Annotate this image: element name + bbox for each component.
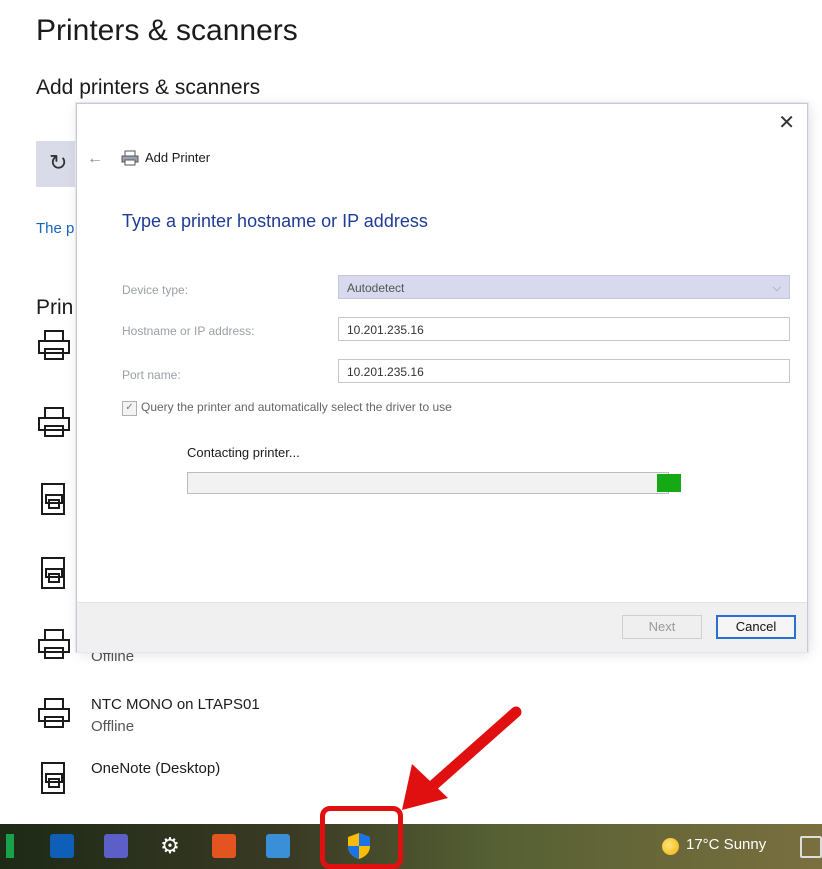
- printer-icon: [121, 150, 139, 166]
- next-button[interactable]: Next: [622, 615, 702, 639]
- troubleshoot-link[interactable]: The p: [36, 220, 74, 237]
- printer-name: OneNote (Desktop): [91, 760, 221, 777]
- progress-indicator: [657, 474, 681, 492]
- printer-icon: [38, 629, 70, 659]
- device-type-label: Device type:: [122, 283, 189, 297]
- close-icon[interactable]: ✕: [778, 110, 795, 135]
- app-icon[interactable]: [6, 834, 14, 858]
- list-item[interactable]: OneNote (Desktop): [36, 760, 336, 800]
- printer-name: NTC MONO on LTAPS01: [91, 696, 260, 713]
- section-title: Add printers & scanners: [36, 76, 261, 99]
- notification-icon[interactable]: [800, 836, 822, 858]
- list-item[interactable]: NTC MONO on LTAPS01 Offline: [36, 696, 336, 740]
- security-app-icon[interactable]: [212, 834, 236, 858]
- annotation-arrow: [402, 706, 522, 810]
- dialog-heading: Type a printer hostname or IP address: [122, 211, 428, 231]
- device-type-value: Autodetect: [347, 281, 405, 295]
- back-arrow-icon[interactable]: ←: [87, 150, 103, 168]
- refresh-icon: ↻: [49, 150, 68, 175]
- device-type-select[interactable]: Autodetect ⌵: [338, 275, 790, 299]
- printer-icon: [38, 330, 70, 360]
- remote-desktop-icon[interactable]: [266, 834, 290, 858]
- document-printer-icon: [41, 557, 65, 589]
- printer-status: Offline: [91, 718, 135, 735]
- add-printer-dialog: ✕ ← Add Printer Type a printer hostname …: [76, 103, 808, 652]
- document-printer-icon: [41, 762, 65, 794]
- printer-icon: [38, 407, 70, 437]
- highlight-box: [320, 806, 403, 869]
- port-name-label: Port name:: [122, 368, 181, 382]
- progress-bar: [187, 472, 681, 494]
- chevron-down-icon: ⌵: [772, 282, 781, 294]
- dialog-title: Add Printer: [145, 150, 211, 165]
- port-name-input[interactable]: 10.201.235.16: [338, 359, 790, 383]
- status-text: Contacting printer...: [187, 445, 300, 460]
- query-printer-checkbox[interactable]: ✓: [122, 401, 137, 416]
- weather-widget[interactable]: 17°C Sunny: [686, 836, 766, 853]
- hostname-label: Hostname or IP address:: [122, 324, 255, 338]
- cancel-button[interactable]: Cancel: [716, 615, 796, 639]
- outlook-icon[interactable]: [50, 834, 74, 858]
- printers-list-header: Prin: [36, 296, 74, 319]
- document-printer-icon: [41, 483, 65, 515]
- dialog-footer: Next Cancel: [77, 602, 807, 652]
- sun-icon: [662, 838, 679, 855]
- printer-icon: [38, 698, 70, 728]
- gear-icon[interactable]: ⚙: [158, 834, 182, 858]
- query-printer-label: Query the printer and automatically sele…: [141, 400, 452, 414]
- teams-icon[interactable]: [104, 834, 128, 858]
- hostname-input[interactable]: 10.201.235.16: [338, 317, 790, 341]
- page-title: Printers & scanners: [36, 14, 298, 47]
